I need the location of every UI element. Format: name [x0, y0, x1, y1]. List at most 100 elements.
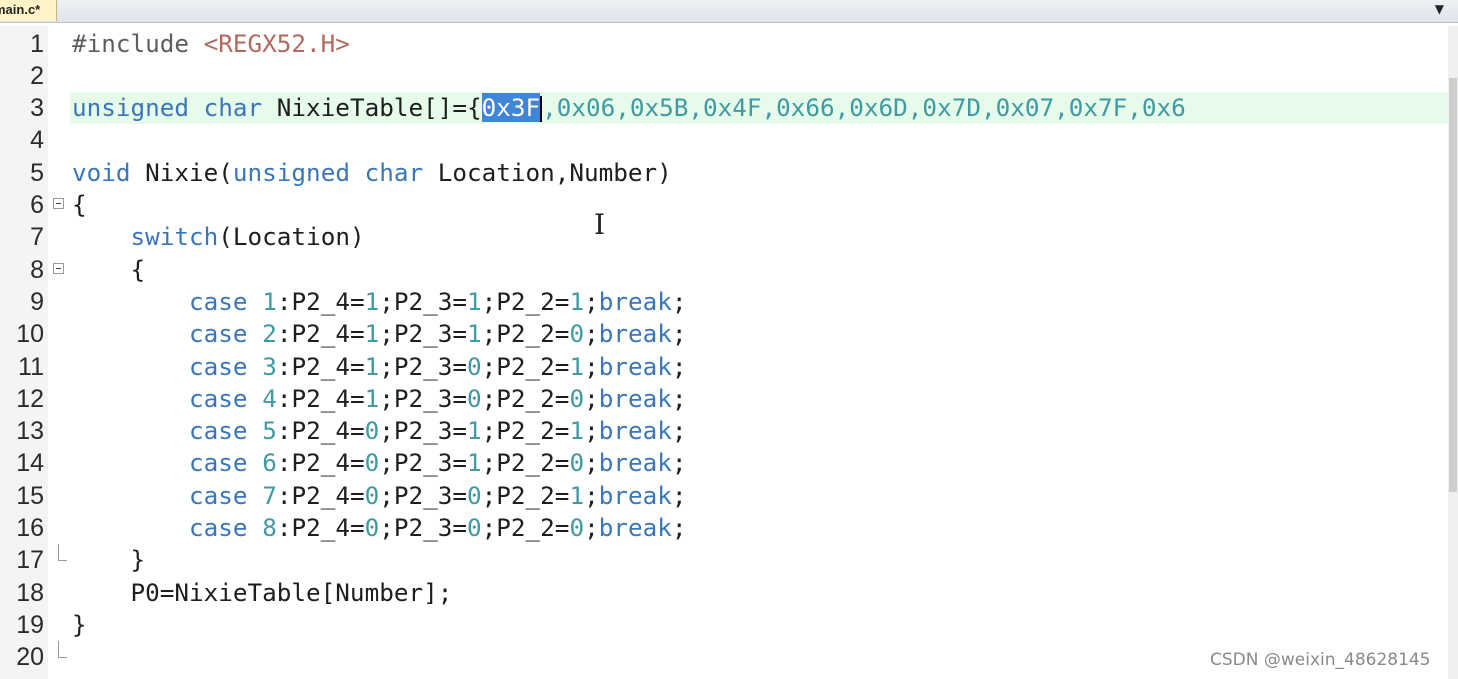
line-number: 1 [30, 29, 44, 58]
number-literal: 0 [467, 513, 482, 542]
vertical-scrollbar[interactable] [1448, 26, 1458, 679]
code-line[interactable]: 2 [0, 60, 1450, 92]
code-line[interactable]: 18 P0=NixieTable[Number]; [0, 577, 1450, 609]
code-text: case 5:P2_4=0;P2_3=1;P2_2=1;break; [72, 415, 686, 447]
code-token: unsigned char [232, 157, 424, 187]
line-number: 14 [16, 449, 44, 478]
code-line[interactable]: 9 case 1:P2_4=1;P2_3=1;P2_2=1;break; [0, 286, 1450, 318]
code-line[interactable]: 4 [0, 124, 1450, 156]
keyword-break: break [598, 319, 672, 349]
line-number: 5 [30, 158, 44, 187]
code-line[interactable]: 14 case 6:P2_4=0;P2_3=1;P2_2=0;break; [0, 447, 1450, 479]
code-text: case 1:P2_4=1;P2_3=1;P2_2=1;break; [72, 286, 686, 318]
code-line[interactable]: 6{ [0, 189, 1450, 221]
code-token: ;P2_3= [379, 319, 468, 349]
keyword-break: break [598, 351, 672, 381]
code-token: (Location) [218, 222, 365, 252]
code-text: case 8:P2_4=0;P2_3=0;P2_2=0;break; [72, 512, 687, 544]
watermark: CSDN @weixin_48628145 [1210, 650, 1431, 670]
code-token: ,0x06,0x5B,0x4F,0x66,0x6D,0x7D,0x07,0x7F… [542, 93, 1186, 123]
keyword-break: break [598, 480, 672, 510]
code-text: void Nixie(unsigned char Location,Number… [72, 157, 672, 189]
keyword-case: case [189, 351, 248, 381]
number-literal: 1 [467, 416, 482, 446]
code-line[interactable]: 1 #include <REGX52.H> [0, 28, 1450, 60]
line-number: 12 [16, 384, 44, 413]
code-token: :P2_4= [276, 480, 365, 510]
text-cursor-ibeam-icon: I [594, 208, 606, 241]
fold-collapse-icon[interactable] [53, 262, 64, 274]
code-line[interactable]: 7 switch(Location) [0, 221, 1450, 253]
code-token: ; [584, 319, 599, 349]
code-line[interactable]: 11 case 3:P2_4=1;P2_3=0;P2_2=1;break; [0, 351, 1450, 383]
code-token: ; [671, 513, 687, 542]
keyword-case: case [189, 416, 248, 446]
case-value: 6 [262, 448, 277, 478]
code-token: ;P2_2= [481, 480, 570, 510]
code-line[interactable]: 19} [0, 609, 1450, 641]
number-literal: 0 [364, 448, 380, 478]
code-line[interactable]: 8 { [0, 254, 1450, 286]
code-token: ;P2_3= [379, 416, 468, 446]
keyword-break: break [598, 416, 672, 446]
number-literal: 1 [364, 286, 380, 316]
line-number: 20 [16, 643, 44, 672]
fold-collapse-icon[interactable] [53, 198, 64, 209]
scrollbar-thumb[interactable] [1449, 78, 1457, 492]
keyword-case: case [189, 286, 248, 316]
line-number: 4 [30, 126, 44, 155]
code-token: { [130, 254, 146, 284]
code-text: case 4:P2_4=1;P2_3=0;P2_2=0;break; [72, 383, 686, 415]
number-literal: 0 [467, 351, 482, 381]
code-text: #include <REGX52.H> [72, 28, 350, 60]
code-text: case 3:P2_4=1;P2_3=0;P2_2=1;break; [72, 351, 687, 383]
code-token: ; [584, 383, 599, 413]
code-text: switch(Location) [72, 221, 365, 253]
number-literal: 0 [364, 416, 380, 446]
case-value: 8 [262, 513, 277, 542]
number-literal: 0 [364, 513, 380, 542]
keyword-break: break [598, 513, 672, 542]
code-text: P0=NixieTable[Number]; [72, 577, 453, 609]
keyword-break: break [598, 286, 672, 316]
code-line[interactable]: 17 } [0, 544, 1450, 576]
code-text: } [72, 544, 146, 576]
code-editor[interactable]: 1 #include <REGX52.H> 2 3 unsigned char Nixi… [0, 26, 1458, 679]
code-token: ; [671, 319, 687, 349]
code-line[interactable]: 5 void Nixie(unsigned char Location,Numbe… [0, 157, 1450, 189]
code-token: :P2_4= [276, 448, 365, 478]
line-number: 15 [16, 481, 44, 510]
code-line[interactable]: 15 case 7:P2_4=0;P2_3=0;P2_2=1;break; [0, 480, 1450, 512]
code-token: ;P2_2= [481, 513, 570, 542]
fold-end-marker [58, 544, 67, 562]
line-number: 7 [30, 223, 44, 252]
code-token: ; [671, 351, 687, 381]
code-line[interactable]: 16 case 8:P2_4=0;P2_3=0;P2_2=0;break; [0, 512, 1450, 544]
selected-text: 0x3F [481, 93, 541, 123]
number-literal: 1 [569, 480, 585, 510]
code-line[interactable]: 3 unsigned char NixieTable[]={0x3F,0x06,0… [0, 92, 1450, 125]
code-text: unsigned char NixieTable[]={0x3F,0x06,0x… [72, 92, 1186, 124]
tab-main-c[interactable]: main.c* [0, 0, 57, 21]
code-token: :P2_4= [276, 416, 365, 446]
case-value: 4 [262, 383, 277, 413]
line-number: 18 [16, 578, 44, 607]
code-token: ; [584, 480, 599, 510]
code-token: :P2_4= [276, 513, 365, 542]
code-text: case 7:P2_4=0;P2_3=0;P2_2=1;break; [72, 480, 686, 512]
number-literal: 0 [467, 383, 482, 413]
code-line[interactable]: 12 case 4:P2_4=1;P2_3=0;P2_2=0;break; [0, 383, 1450, 415]
code-line[interactable]: 13 case 5:P2_4=0;P2_3=1;P2_2=1;break; [0, 415, 1450, 447]
code-text: case 2:P2_4=1;P2_3=1;P2_2=0;break; [72, 318, 687, 350]
code-token: :P2_4= [276, 286, 365, 316]
code-token: :P2_4= [276, 319, 365, 349]
code-line[interactable]: 10 case 2:P2_4=1;P2_3=1;P2_2=0;break; [0, 318, 1450, 350]
code-token: ; [584, 351, 599, 381]
code-text: { [72, 189, 87, 221]
keyword-case: case [189, 383, 248, 413]
chevron-down-icon[interactable]: ▼ [1435, 2, 1444, 16]
line-number: 10 [16, 320, 44, 349]
code-text: } [72, 609, 87, 641]
number-literal: 1 [364, 319, 380, 349]
number-literal: 1 [467, 448, 482, 478]
